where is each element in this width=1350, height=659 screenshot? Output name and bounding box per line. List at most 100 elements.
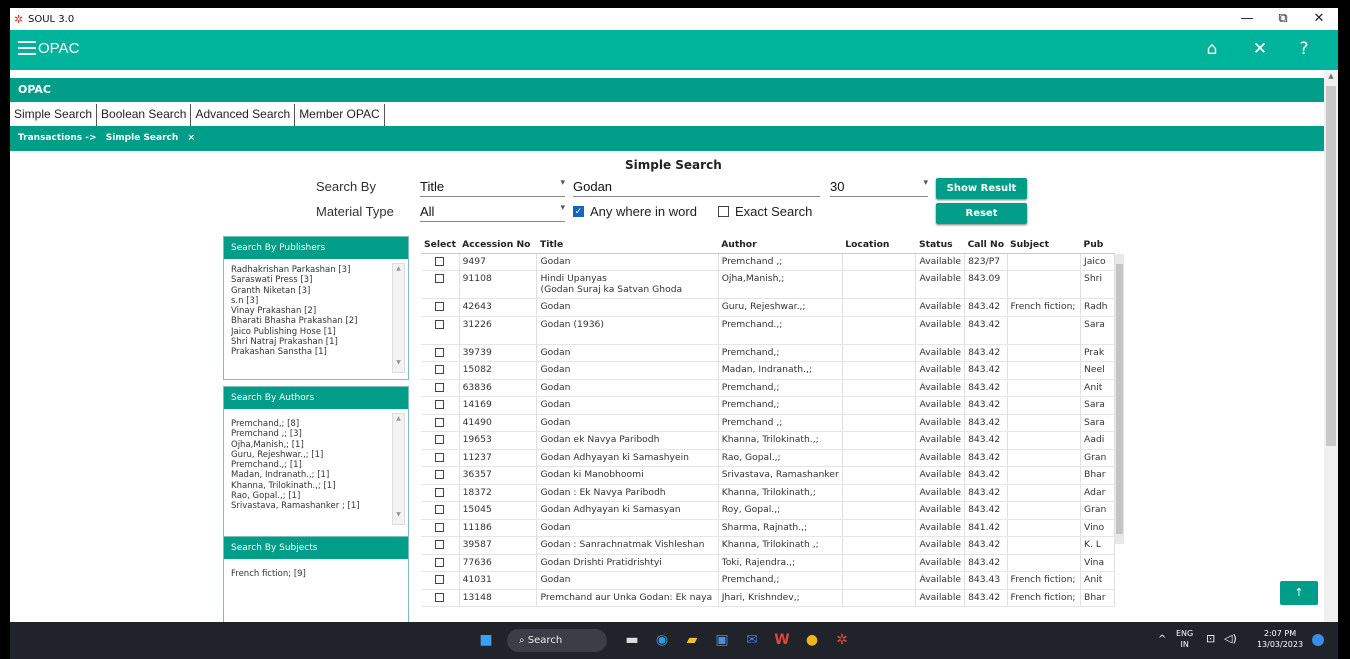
list-item[interactable]: Prakashan Sanstha [1] [231,347,382,357]
row-select-checkbox[interactable] [435,470,445,479]
list-item[interactable]: Saraswati Press [3] [231,275,382,285]
breadcrumb-current[interactable]: Simple Search [106,133,179,143]
tab-simple-search[interactable]: Simple Search [10,104,98,126]
mail-icon[interactable]: ✉ [740,629,764,651]
list-item[interactable]: Premchand,; [8] [231,419,382,429]
page-size-select[interactable]: 30 ▾ [830,177,928,197]
row-select-checkbox[interactable] [435,256,445,266]
reset-button[interactable]: Reset [936,203,1027,224]
list-item[interactable]: Premchand ,; [3] [231,429,382,439]
row-select-checkbox[interactable] [435,319,445,329]
table-row[interactable]: 77636 Godan Drishti Pratidrishtyi Toki, Ra… [421,554,1115,572]
panel-scrollbar[interactable]: ▲ ▼ [392,263,405,373]
scroll-up-arrow-icon[interactable]: ▲ [393,264,404,274]
search-input[interactable]: Godan [573,179,820,197]
list-item[interactable]: s.n [3] [231,296,382,306]
list-item[interactable]: Vinay Prakashan [2] [231,306,382,316]
row-select-checkbox[interactable] [435,435,445,444]
list-item[interactable]: French fiction; [9] [231,569,382,579]
list-item[interactable]: Jaico Publishing Hose [1] [231,327,382,337]
taskbar-search[interactable]: ⌕ Search [507,629,607,652]
language-indicator[interactable]: ENG IN [1176,628,1193,650]
scrollbar-thumb[interactable] [1326,86,1336,446]
scroll-up-arrow-icon[interactable]: ▲ [393,414,404,424]
list-item[interactable]: Srivastava, Ramashanker ; [1] [231,501,382,511]
table-row[interactable]: 39587 Godan : Sanrachnatmak Vishleshan Kha… [421,536,1115,555]
wps-office-icon[interactable]: W [770,629,794,651]
row-select-checkbox[interactable] [435,400,445,409]
edge-browser-icon[interactable]: ◉ [650,629,674,651]
row-select-checkbox[interactable] [435,522,445,532]
list-item[interactable]: Radhakrishan Parkashan [3] [231,265,382,275]
table-row[interactable]: 11186 Godan Sharma, Rajnath.,; Available 841… [421,519,1115,537]
windows-start-icon[interactable]: ■ [474,629,498,651]
table-row[interactable]: 31226 Godan (1936) Premchand.,; Available 84… [421,316,1115,345]
home-icon[interactable]: ⌂ [1201,39,1223,59]
table-row[interactable]: 9497 Godan Premchand ,; Available 823/P7 Jaic… [421,253,1115,271]
column-header[interactable]: Accession No [459,236,537,254]
table-row[interactable]: 36357 Godan ki Manobhoomi Srivastava, Rama… [421,466,1115,485]
scroll-top-button[interactable]: ↑ [1280,581,1318,605]
anywhere-checkbox[interactable]: ✓ Any where in word [573,204,697,219]
help-icon[interactable]: ? [1293,39,1315,59]
list-item[interactable]: Khanna, Trilokinath.,; [1] [231,481,382,491]
panel-scrollbar[interactable]: ▲ ▼ [392,413,405,525]
material-type-select[interactable]: All ▾ [420,202,565,222]
store-icon[interactable]: ▣ [710,629,734,651]
row-select-checkbox[interactable] [435,557,445,567]
table-row[interactable]: 41031 Godan Premchand,; Available 843.43 Fren… [421,571,1115,590]
column-header[interactable]: Call No [964,236,1008,254]
table-row[interactable]: 11237 Godan Adhyayan ki Samashyein Rao, Go… [421,449,1115,467]
row-select-checkbox[interactable] [435,274,445,283]
notification-icon[interactable] [1312,634,1324,646]
table-row[interactable]: 14169 Godan Premchand,; Available 843.42 Sara [421,396,1115,415]
list-item[interactable]: Bharati Bhasha Prakashan [2] [231,316,382,326]
list-item[interactable]: Rao, Gopal.,; [1] [231,491,382,501]
row-select-checkbox[interactable] [435,487,445,497]
table-row[interactable]: 18372 Godan : Ek Navya Paribodh Khanna, Tr… [421,484,1115,502]
row-select-checkbox[interactable] [435,417,445,427]
row-select-checkbox[interactable] [435,365,445,374]
column-header[interactable]: Location [842,236,916,254]
chevron-up-icon[interactable]: ^ [1158,634,1166,645]
list-item[interactable]: Madan, Indranath.,; [1] [231,470,382,480]
row-select-checkbox[interactable] [435,575,445,584]
list-item[interactable]: Premchand.,; [1] [231,460,382,470]
row-select-checkbox[interactable] [435,347,445,357]
volume-icon[interactable]: ◁) [1224,633,1237,644]
table-row[interactable]: 91108 Hindi Upanyas (Godan Suraj ka Satvan… [421,270,1115,299]
network-icon[interactable]: ⊡ [1206,633,1215,644]
table-row[interactable]: 42643 Godan Guru, Rejeshwar.,; Available 843… [421,298,1115,317]
row-select-checkbox[interactable] [435,452,445,462]
list-item[interactable]: Ojha,Manish,; [1] [231,440,382,450]
row-select-checkbox[interactable] [435,592,445,602]
scroll-up-arrow-icon[interactable]: ▲ [1324,72,1338,80]
task-view-icon[interactable]: ▬ [620,629,644,651]
exact-search-checkbox[interactable]: Exact Search [718,204,812,219]
tab-boolean-search[interactable]: Boolean Search [97,104,192,126]
minimize-button[interactable]: — [1232,8,1262,30]
chrome-icon[interactable]: ● [800,629,824,651]
close-window-button[interactable]: ✕ [1304,8,1334,30]
table-row[interactable]: 15082 Godan Madan, Indranath.,; Available 84… [421,361,1115,380]
row-select-checkbox[interactable] [435,302,445,311]
row-select-checkbox[interactable] [435,382,445,392]
list-item[interactable]: Guru, Rejeshwar.,; [1] [231,450,382,460]
column-header[interactable]: Title [536,236,719,254]
tab-member-opac[interactable]: Member OPAC [295,104,385,126]
list-item[interactable]: Granth Niketan [3] [231,286,382,296]
table-row[interactable]: 41490 Godan Premchand ,; Available 843.42 Sar… [421,414,1115,432]
maximize-button[interactable]: ⧉ [1268,8,1298,30]
table-row[interactable]: 63836 Godan Premchand,; Available 843.42 Anit [421,379,1115,397]
table-row[interactable]: 19653 Godan ek Navya Paribodh Khanna, Tril… [421,431,1115,450]
scroll-down-arrow-icon[interactable]: ▼ [393,358,404,368]
scroll-down-arrow-icon[interactable]: ▼ [393,510,404,520]
file-explorer-icon[interactable]: ▰ [680,629,704,651]
table-row[interactable]: 13148 Premchand aur Unka Godan: Ek naya Jh… [421,589,1115,607]
column-header[interactable]: Status [915,236,965,254]
close-icon[interactable]: ✕ [1249,39,1271,59]
soul-app-icon[interactable]: ✲ [830,629,854,651]
row-select-checkbox[interactable] [435,505,445,514]
table-row[interactable]: 15045 Godan Adhyayan ki Samasyan Roy, Gopa… [421,501,1115,520]
list-item[interactable]: Shri Natraj Prakashan [1] [231,337,382,347]
